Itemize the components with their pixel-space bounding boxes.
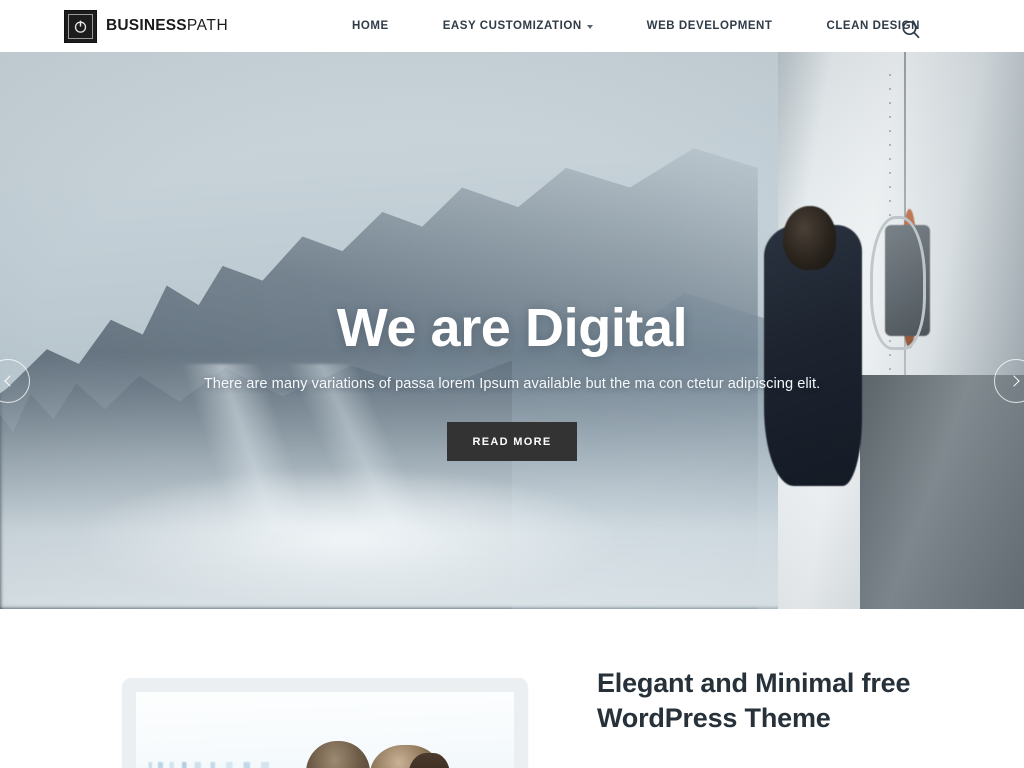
hero-subtitle: There are many variations of passa lorem… xyxy=(203,376,821,393)
site-header: BUSINESSPATH HOME EASY CUSTOMIZATION WEB… xyxy=(0,0,1024,52)
chevron-down-icon xyxy=(586,25,593,29)
nav-item-easy-customization[interactable]: EASY CUSTOMIZATION xyxy=(443,20,593,32)
nav-item-web-development[interactable]: WEB DEVELOPMENT xyxy=(647,20,773,32)
power-button-icon xyxy=(64,9,97,43)
feature-text-block: Elegant and Minimal free WordPress Theme xyxy=(597,666,997,735)
brand-name-bold: BUSINESS xyxy=(106,17,187,34)
read-more-button[interactable]: READ MORE xyxy=(446,422,578,462)
device-mockup xyxy=(122,678,528,768)
main-navigation: HOME EASY CUSTOMIZATION WEB DEVELOPMENT … xyxy=(352,0,920,52)
device-screen-image xyxy=(136,692,514,768)
nav-item-label: EASY CUSTOMIZATION xyxy=(442,20,582,32)
feature-title: Elegant and Minimal free WordPress Theme xyxy=(597,668,911,733)
hero-content: We are Digital There are many variations… xyxy=(0,298,1024,462)
hero-title: We are Digital xyxy=(336,298,688,358)
nav-item-label: HOME xyxy=(352,20,389,32)
nav-item-home[interactable]: HOME xyxy=(352,20,389,32)
brand-name: BUSINESSPATH xyxy=(106,17,228,35)
brand-name-light: PATH xyxy=(186,17,229,34)
feature-section: Elegant and Minimal free WordPress Theme xyxy=(0,609,1024,768)
site-logo[interactable]: BUSINESSPATH xyxy=(64,9,228,43)
search-icon[interactable] xyxy=(899,18,923,42)
chevron-left-icon xyxy=(4,375,16,387)
nav-item-label: WEB DEVELOPMENT xyxy=(646,20,773,32)
chevron-right-icon xyxy=(1008,375,1020,387)
hero-slider: We are Digital There are many variations… xyxy=(0,52,1024,609)
